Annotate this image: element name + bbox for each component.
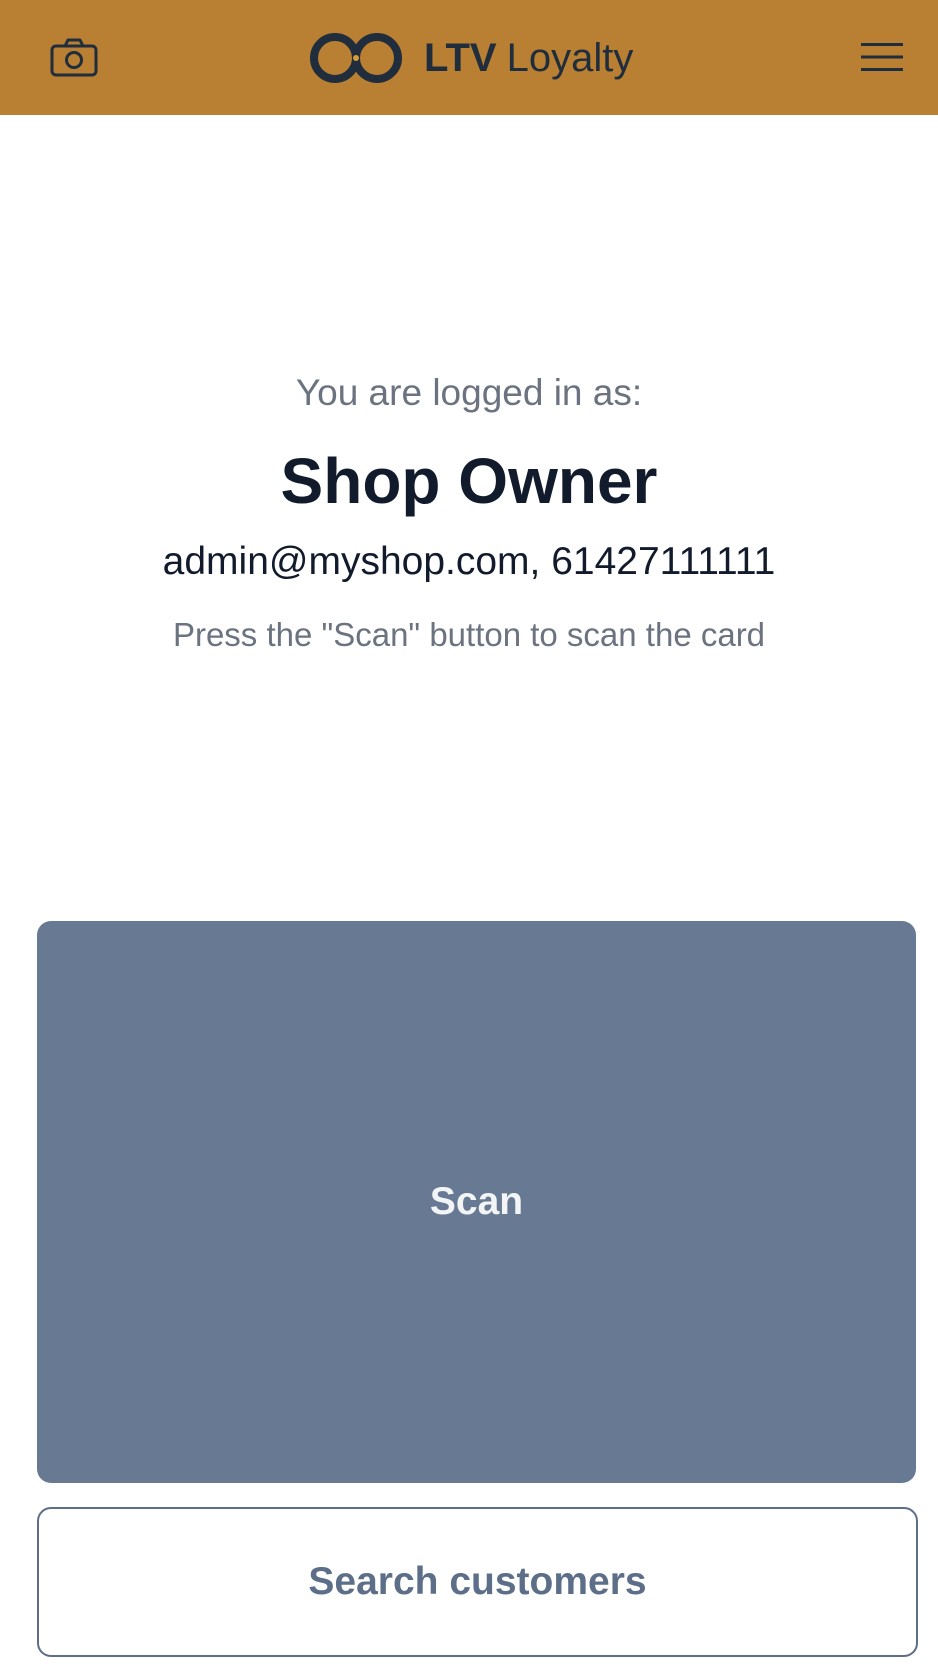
logged-in-label: You are logged in as: [295, 372, 643, 413]
camera-icon [50, 38, 98, 77]
brand-name-light: Loyalty [506, 35, 634, 80]
search-customers-label: Search customers [308, 1560, 647, 1603]
brand-logo: LTV Loyalty [308, 28, 633, 88]
scan-button[interactable]: Scan [37, 921, 916, 1483]
scan-button-label: Scan [429, 1180, 524, 1223]
brand-name: LTV Loyalty [424, 36, 633, 81]
brand-name-bold: LTV [424, 35, 497, 80]
camera-button[interactable] [44, 32, 104, 82]
user-contact: admin@myshop.com, 61427111111 [162, 540, 776, 583]
app-header: LTV Loyalty [0, 0, 938, 115]
menu-icon [861, 43, 903, 71]
search-customers-button[interactable]: Search customers [37, 1507, 918, 1657]
user-name: Shop Owner [280, 445, 658, 517]
scan-instruction: Press the "Scan" button to scan the card [172, 616, 766, 653]
infinity-logo-icon [310, 33, 402, 83]
menu-button[interactable] [854, 32, 910, 82]
